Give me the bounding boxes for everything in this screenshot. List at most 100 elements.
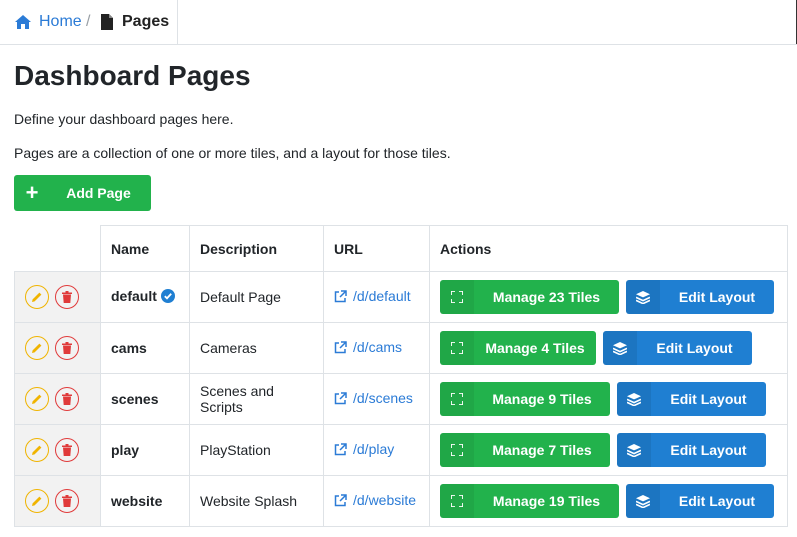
add-page-label: Add Page — [66, 185, 131, 201]
edit-layout-button[interactable]: Edit Layout — [617, 433, 766, 467]
table-header-actions: Actions — [429, 225, 788, 272]
trash-icon — [62, 393, 72, 405]
table-row: default Default Page /d/default Manage 2… — [14, 271, 788, 323]
row-url-cell: /d/cams — [323, 322, 430, 374]
layers-icon — [626, 280, 660, 314]
page-description-cell: Default Page — [189, 271, 324, 323]
page-url: /d/website — [353, 492, 417, 509]
edit-layout-button[interactable]: Edit Layout — [617, 382, 766, 416]
row-actions: Manage 23 Tiles Edit Layout — [429, 271, 788, 323]
external-link-icon — [334, 392, 347, 404]
edit-page-button[interactable] — [25, 336, 49, 360]
page-description-detail: Pages are a collection of one or more ti… — [14, 145, 451, 161]
page-name: cams — [111, 340, 147, 356]
breadcrumb-home-link[interactable]: Home — [14, 13, 82, 31]
row-actions: Manage 9 Tiles Edit Layout — [429, 373, 788, 425]
verified-icon — [160, 289, 175, 306]
add-page-button[interactable]: + Add Page — [14, 175, 151, 211]
delete-page-button[interactable] — [55, 438, 79, 462]
breadcrumb: Home / Pages — [0, 0, 797, 45]
page-url: /d/cams — [353, 339, 403, 356]
row-name-cell: play — [100, 424, 190, 476]
expand-icon — [440, 280, 474, 314]
expand-icon — [440, 382, 474, 416]
row-actions: Manage 19 Tiles Edit Layout — [429, 475, 788, 527]
breadcrumb-current-label: Pages — [122, 13, 170, 30]
manage-tiles-label: Manage 23 Tiles — [492, 289, 601, 305]
pencil-icon — [32, 394, 42, 404]
edit-page-button[interactable] — [25, 387, 49, 411]
manage-tiles-button[interactable]: Manage 9 Tiles — [440, 382, 610, 416]
page-name: website — [111, 493, 163, 509]
manage-tiles-label: Manage 4 Tiles — [485, 340, 585, 356]
expand-icon — [440, 433, 474, 467]
manage-tiles-button[interactable]: Manage 19 Tiles — [440, 484, 619, 518]
row-url-cell: /d/default — [323, 271, 430, 323]
row-name-cell: website — [100, 475, 190, 527]
row-controls — [14, 271, 101, 323]
table-row: play PlayStation /d/play Manage 7 Tiles … — [14, 424, 788, 476]
page-description-cell: PlayStation — [189, 424, 324, 476]
table-header-name: Name — [100, 225, 190, 272]
edit-layout-button[interactable]: Edit Layout — [603, 331, 752, 365]
edit-layout-button[interactable]: Edit Layout — [626, 280, 774, 314]
edit-layout-button[interactable]: Edit Layout — [626, 484, 774, 518]
page-name: play — [111, 442, 140, 458]
page-url: /d/default — [353, 288, 411, 305]
manage-tiles-button[interactable]: Manage 7 Tiles — [440, 433, 610, 467]
pencil-icon — [32, 343, 42, 353]
pencil-icon — [32, 496, 42, 506]
page-url-link[interactable]: /d/default — [334, 288, 411, 304]
row-url-cell: /d/website — [323, 475, 430, 527]
layers-icon — [626, 484, 660, 518]
delete-page-button[interactable] — [55, 387, 79, 411]
row-name-cell: cams — [100, 322, 190, 374]
trash-icon — [62, 342, 72, 354]
trash-icon — [62, 444, 72, 456]
external-link-icon — [334, 494, 347, 506]
layers-icon — [617, 433, 651, 467]
external-link-icon — [334, 443, 347, 455]
delete-page-button[interactable] — [55, 285, 79, 309]
edit-page-button[interactable] — [25, 438, 49, 462]
page-url-link[interactable]: /d/website — [334, 492, 416, 508]
delete-page-button[interactable] — [55, 489, 79, 513]
page-description-cell: Cameras — [189, 322, 324, 374]
edit-layout-label: Edit Layout — [678, 289, 756, 305]
plus-icon: + — [25, 180, 39, 205]
table-row: website Website Splash /d/website Manage… — [14, 475, 788, 527]
table-row: cams Cameras /d/cams Manage 4 Tiles Edit… — [14, 322, 788, 374]
manage-tiles-label: Manage 7 Tiles — [492, 442, 592, 458]
manage-tiles-button[interactable]: Manage 23 Tiles — [440, 280, 619, 314]
home-icon — [15, 15, 31, 29]
breadcrumb-divider — [177, 0, 178, 44]
row-name-cell: default — [100, 271, 190, 323]
row-actions: Manage 7 Tiles Edit Layout — [429, 424, 788, 476]
page-url-link[interactable]: /d/scenes — [334, 390, 413, 406]
page-url: /d/scenes — [353, 390, 413, 407]
pencil-icon — [32, 292, 42, 302]
row-url-cell: /d/play — [323, 424, 430, 476]
manage-tiles-button[interactable]: Manage 4 Tiles — [440, 331, 596, 365]
edit-layout-label: Edit Layout — [656, 340, 733, 356]
pages-table: Name Description URL Actions default Def… — [14, 225, 788, 527]
row-url-cell: /d/scenes — [323, 373, 430, 425]
page-url-link[interactable]: /d/cams — [334, 339, 402, 355]
table-header-url: URL — [323, 225, 430, 272]
edit-page-button[interactable] — [25, 285, 49, 309]
trash-icon — [62, 291, 72, 303]
layers-icon — [603, 331, 637, 365]
row-name-cell: scenes — [100, 373, 190, 425]
page-url-link[interactable]: /d/play — [334, 441, 394, 457]
edit-page-button[interactable] — [25, 489, 49, 513]
delete-page-button[interactable] — [55, 336, 79, 360]
external-link-icon — [334, 290, 347, 302]
page-url: /d/play — [353, 441, 395, 458]
table-header-row: Name Description URL Actions — [14, 225, 788, 272]
page-title: Dashboard Pages — [14, 60, 251, 91]
page-name: scenes — [111, 391, 159, 407]
table-header-blank — [14, 225, 101, 272]
breadcrumb-current: Pages — [101, 13, 169, 31]
breadcrumb-home-label: Home — [39, 13, 82, 30]
page-name: default — [111, 288, 157, 304]
